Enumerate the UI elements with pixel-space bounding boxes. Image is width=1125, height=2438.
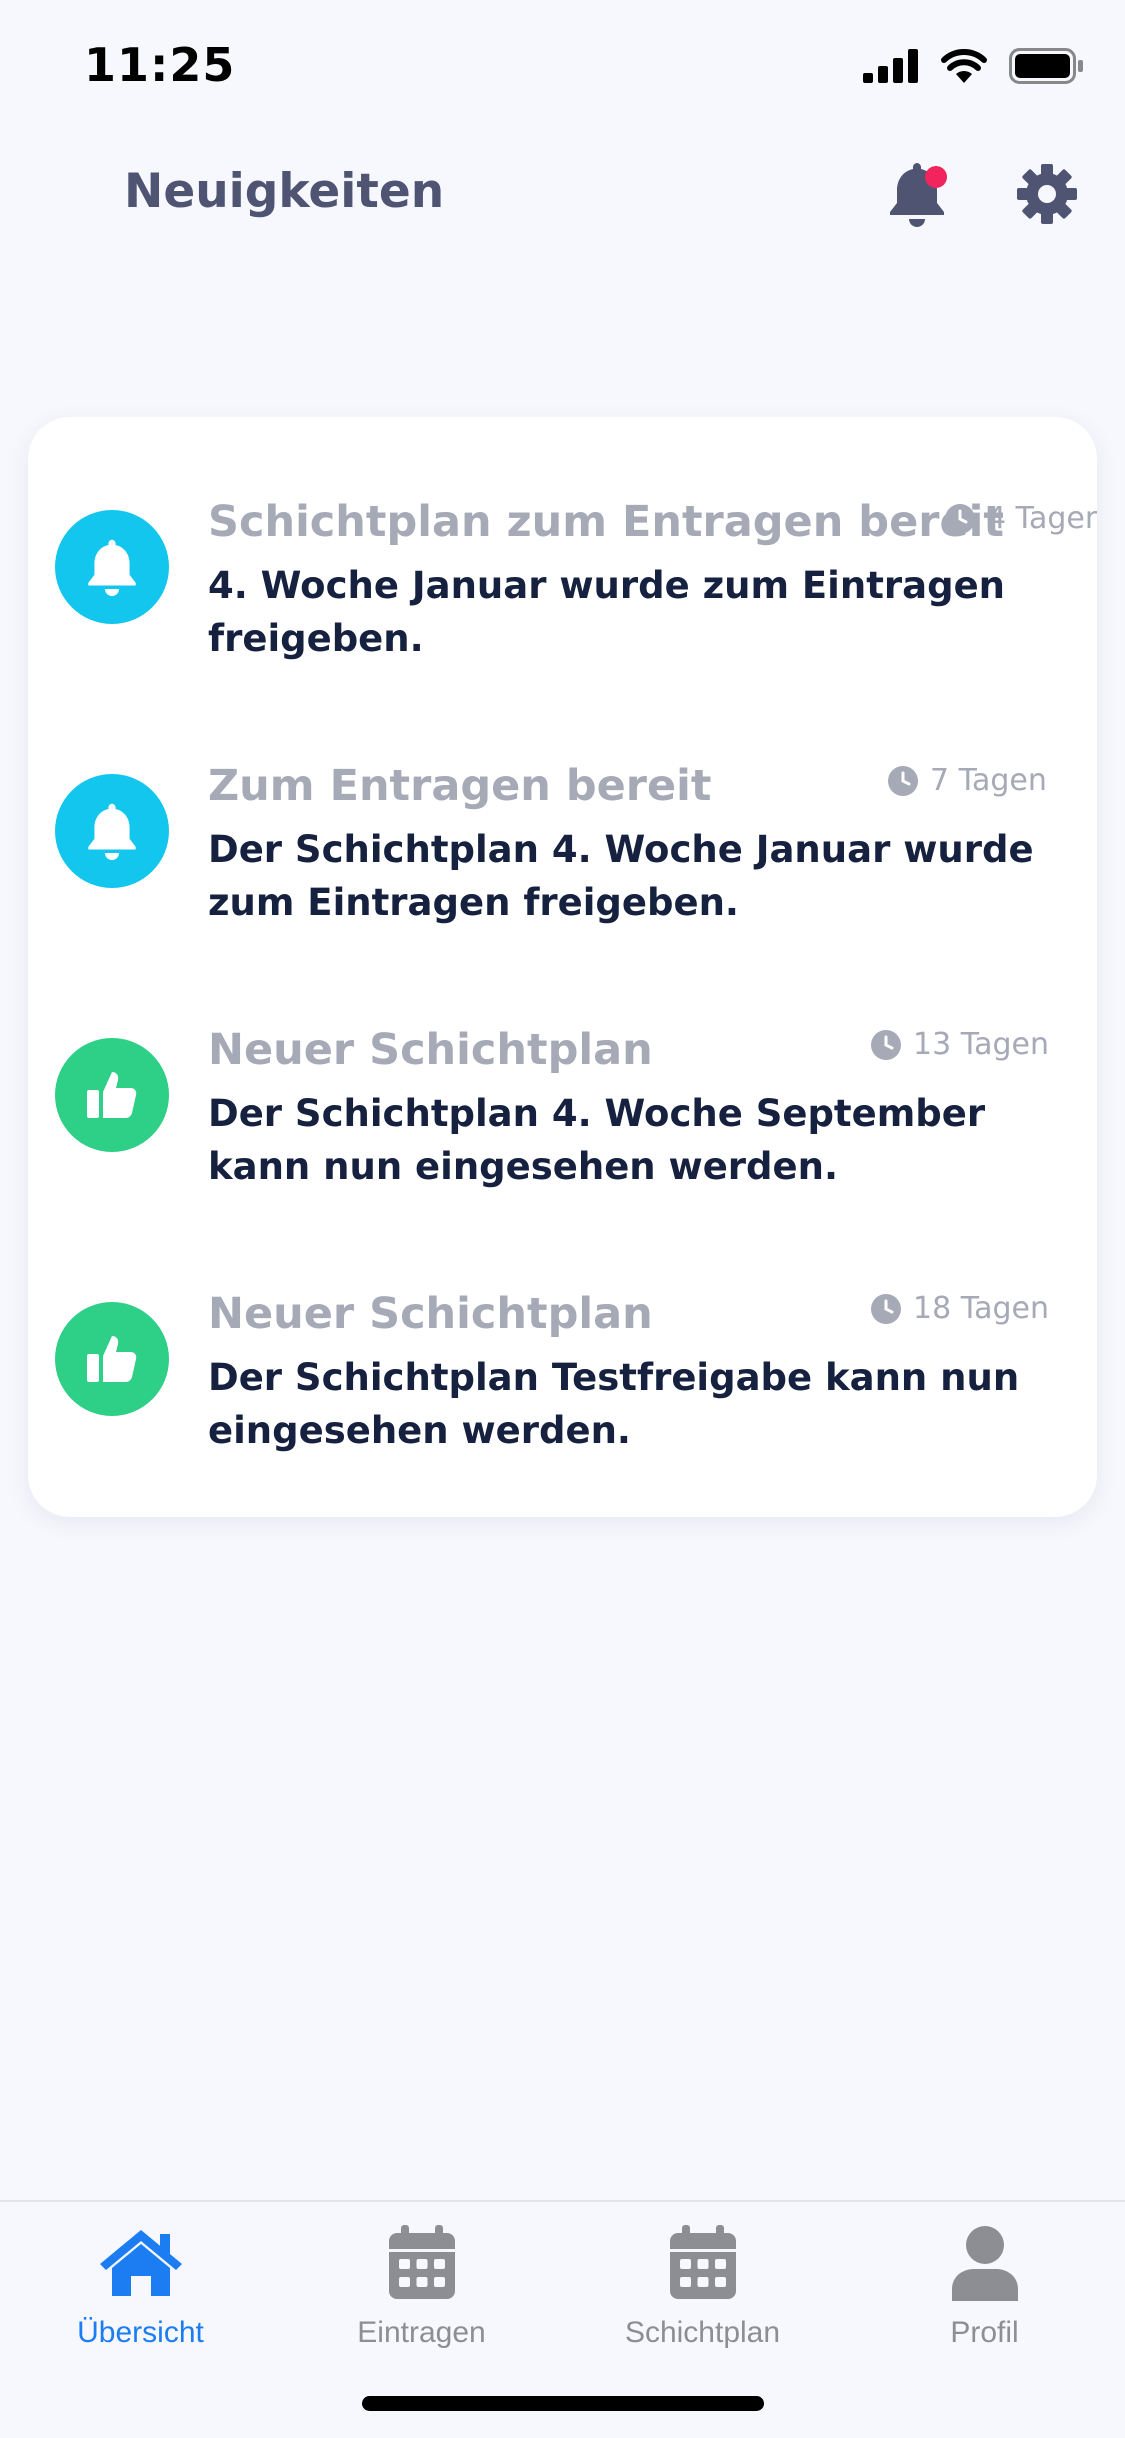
thumbs-up-icon: [87, 1336, 137, 1382]
news-time-label: 4 Tagen: [987, 501, 1097, 536]
gear-icon: [1017, 164, 1077, 224]
news-time-label: 7 Tagen: [930, 763, 1047, 798]
news-title: Neuer Schichtplan: [208, 1289, 653, 1339]
bell-icon: [88, 803, 136, 860]
news-time: 18 Tagen: [871, 1291, 1049, 1326]
thumbs-up-icon: [87, 1072, 137, 1118]
news-avatar: [55, 510, 169, 624]
tab-schichtplan[interactable]: Schichtplan: [562, 2202, 843, 2362]
news-item[interactable]: Neuer Schichtplan 18 Tagen Der Schichtpl…: [28, 1209, 1097, 1452]
battery-icon: [1009, 48, 1083, 84]
cellular-signal-icon: [863, 49, 918, 83]
tab-label: Schichtplan: [624, 2316, 781, 2349]
news-item[interactable]: Schichtplan zum Entragen bereit 4 Tagen …: [28, 417, 1097, 660]
status-icons: [863, 48, 1085, 84]
news-time: 13 Tagen: [871, 1027, 1049, 1062]
news-item[interactable]: Zum Entragen bereit 7 Tagen Der Schichtp…: [28, 681, 1097, 924]
news-body: Der Schichtplan 4. Woche September kann …: [208, 1092, 986, 1188]
clock-icon: [871, 1293, 901, 1324]
header: Neuigkeiten: [0, 140, 1125, 250]
news-body: Der Schichtplan Testfreigabe kann nun ei…: [208, 1356, 1020, 1452]
home-icon: [98, 2220, 184, 2306]
tab-label: Eintragen: [357, 2316, 486, 2349]
page-title: Neuigkeiten: [124, 164, 445, 219]
news-time-label: 18 Tagen: [913, 1291, 1049, 1326]
notification-dot: [925, 166, 947, 188]
home-indicator[interactable]: [362, 2396, 764, 2411]
news-avatar: [55, 1302, 169, 1416]
status-time: 11:25: [84, 38, 236, 92]
news-body: 4. Woche Januar wurde zum Eintragen frei…: [208, 564, 1006, 660]
calendar-icon: [387, 2220, 457, 2306]
clock-icon: [871, 1029, 901, 1060]
news-time: 7 Tagen: [888, 763, 1047, 798]
news-item[interactable]: Neuer Schichtplan 13 Tagen Der Schichtpl…: [28, 945, 1097, 1188]
news-avatar: [55, 1038, 169, 1152]
notifications-button[interactable]: [877, 154, 957, 234]
tab-eintragen[interactable]: Eintragen: [281, 2202, 562, 2362]
clock-icon: [945, 503, 975, 534]
news-avatar: [55, 774, 169, 888]
tab-profil[interactable]: Profil: [844, 2202, 1125, 2362]
bell-icon: [88, 539, 136, 596]
status-bar: 11:25: [0, 0, 1125, 140]
tab-uebersicht[interactable]: Übersicht: [0, 2202, 281, 2362]
news-title: Neuer Schichtplan: [208, 1025, 653, 1075]
news-body: Der Schichtplan 4. Woche Januar wurde zu…: [208, 828, 1034, 924]
calendar-icon: [668, 2220, 738, 2306]
news-time-label: 13 Tagen: [913, 1027, 1049, 1062]
tab-label: Profil: [950, 2316, 1019, 2349]
news-title: Schichtplan zum Entragen bereit: [208, 497, 1004, 547]
settings-button[interactable]: [1007, 154, 1087, 234]
clock-icon: [888, 765, 918, 796]
wifi-icon: [941, 49, 987, 83]
person-icon: [950, 2220, 1020, 2306]
news-title: Zum Entragen bereit: [208, 761, 712, 811]
tab-label: Übersicht: [77, 2316, 204, 2349]
news-time: 4 Tagen: [945, 501, 1097, 536]
news-card: Schichtplan zum Entragen bereit 4 Tagen …: [28, 417, 1097, 1517]
